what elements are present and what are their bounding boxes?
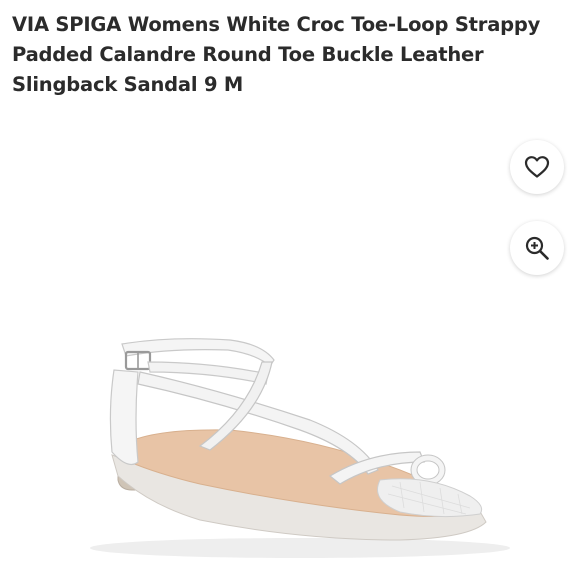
product-image — [90, 338, 510, 558]
heart-icon — [524, 156, 550, 178]
product-title: VIA SPIGA Womens White Croc Toe-Loop Str… — [12, 13, 541, 96]
zoom-in-icon — [525, 236, 549, 260]
zoom-button[interactable] — [510, 221, 564, 275]
favorite-button[interactable] — [510, 140, 564, 194]
